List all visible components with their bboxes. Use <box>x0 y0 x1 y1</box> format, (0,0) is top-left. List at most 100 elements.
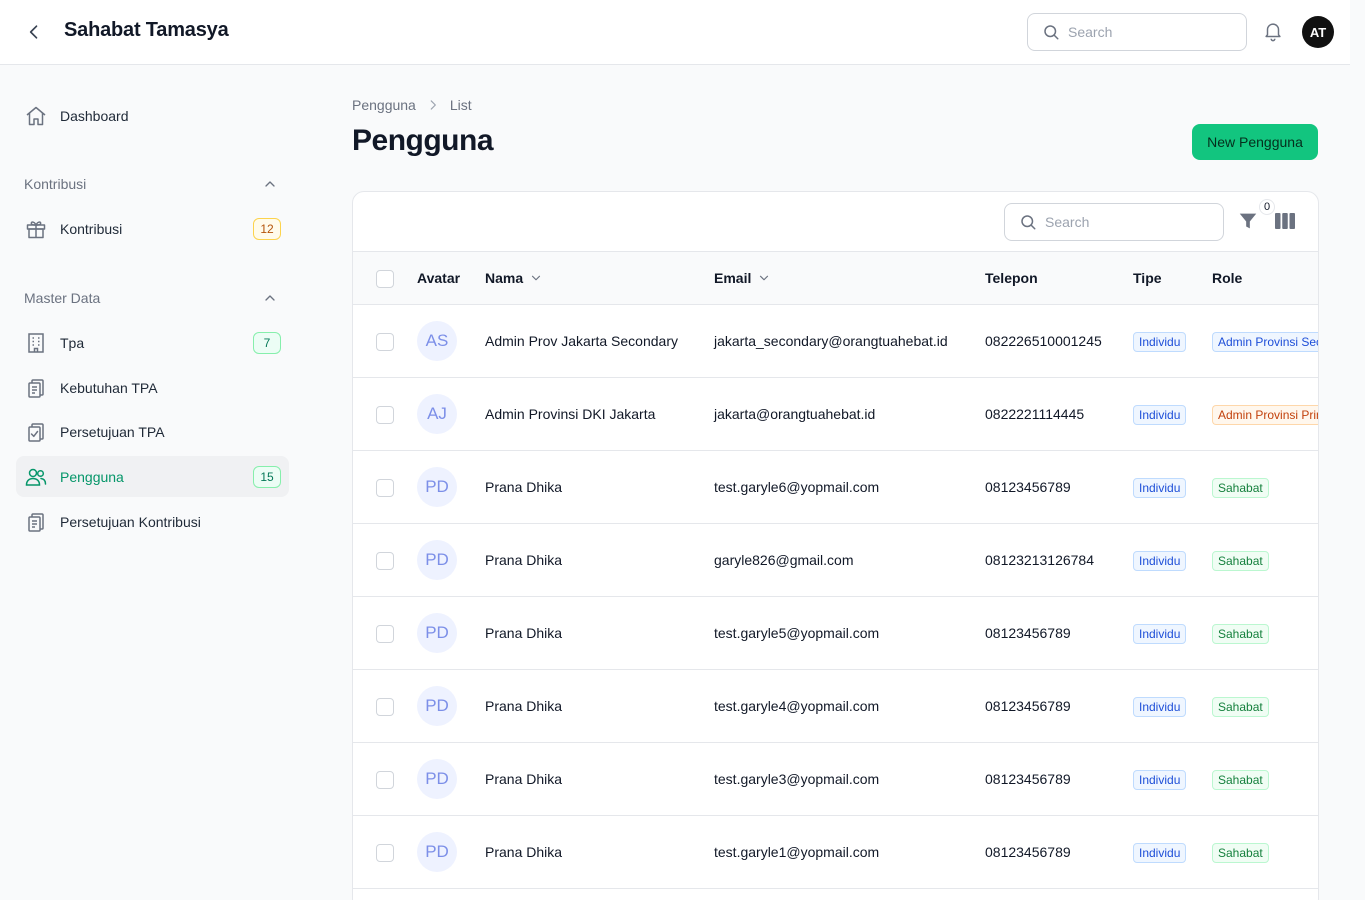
clipboard-check-icon <box>28 423 44 442</box>
breadcrumb-link-pengguna[interactable]: Pengguna <box>352 97 416 113</box>
avatar: PD <box>417 613 457 653</box>
tipe-badge: Individu <box>1133 405 1187 425</box>
row-checkbox[interactable] <box>376 479 394 497</box>
tipe-badge: Individu <box>1133 843 1187 863</box>
users-icon <box>25 468 47 486</box>
cell-email: jakarta_secondary@orangtuahebat.id <box>714 333 948 349</box>
table-search[interactable] <box>1004 203 1224 241</box>
app-title: Sahabat Tamasya <box>64 19 229 41</box>
tipe-badge: Individu <box>1133 478 1187 498</box>
topbar: Sahabat Tamasya AT <box>0 0 1350 65</box>
cell-email: test.garyle4@yopmail.com <box>714 698 880 714</box>
sidebar-item-persetujuan-tpa[interactable]: Persetujuan TPA <box>16 411 289 452</box>
table-row[interactable]: AJ Admin Provinsi DKI Jakarta jakarta@or… <box>353 378 1318 451</box>
page-title: Pengguna <box>352 124 494 157</box>
count-badge: 7 <box>253 332 281 354</box>
role-badge: Sahabat <box>1212 624 1269 644</box>
bell-icon <box>1265 23 1281 42</box>
cell-nama: Prana Dhika <box>485 625 563 641</box>
cell-email: test.garyle6@yopmail.com <box>714 479 880 495</box>
sidebar-item-tpa[interactable]: Tpa 7 <box>16 322 289 363</box>
table-row[interactable]: PD Prana Dhika test.garyle5@yopmail.com … <box>353 597 1318 670</box>
column-header-email[interactable]: Email <box>714 270 771 286</box>
cell-nama: Prana Dhika <box>485 552 563 568</box>
columns-icon[interactable] <box>1274 211 1296 231</box>
search-icon <box>1044 25 1059 40</box>
column-header-nama[interactable]: Nama <box>485 270 543 286</box>
sidebar-item-label: Persetujuan Kontribusi <box>60 513 201 530</box>
column-header-avatar: Avatar <box>417 270 461 286</box>
back-button[interactable] <box>22 20 46 44</box>
sidebar-item-label: Pengguna <box>60 468 124 485</box>
sidebar-item-dashboard[interactable]: Dashboard <box>16 95 289 136</box>
gift-icon <box>26 221 46 239</box>
table-row[interactable]: PD Prana Dhika test.garyle3@yopmail.com … <box>353 743 1318 816</box>
table-row[interactable]: PD Prana Dhika test.garyle1@yopmail.com … <box>353 816 1318 889</box>
chevron-up-icon[interactable] <box>262 176 278 192</box>
chevron-right-icon <box>430 100 436 110</box>
table-row[interactable]: AS Admin Prov Jakarta Secondary jakarta_… <box>353 305 1318 378</box>
cell-telepon: 0822221114445 <box>985 406 1085 422</box>
chevron-down-icon <box>532 275 541 281</box>
row-checkbox[interactable] <box>376 844 394 862</box>
breadcrumb: Pengguna List <box>352 97 472 113</box>
global-search[interactable] <box>1027 13 1247 51</box>
table-row[interactable]: PD Prana Dhika test.garyle4@yopmail.com … <box>353 670 1318 743</box>
avatar: PD <box>417 686 457 726</box>
avatar: PD <box>417 759 457 799</box>
breadcrumb-current: List <box>449 97 472 113</box>
column-header-tipe: Tipe <box>1133 270 1162 286</box>
cell-telepon: 08123456789 <box>985 698 1071 714</box>
row-checkbox[interactable] <box>376 625 394 643</box>
search-icon <box>1021 215 1036 230</box>
role-badge: Sahabat <box>1212 843 1269 863</box>
role-badge: Sahabat <box>1212 697 1269 717</box>
chevron-down-icon <box>760 275 769 281</box>
column-header-role: Role <box>1212 270 1243 286</box>
row-checkbox[interactable] <box>376 406 394 424</box>
cell-nama: Prana Dhika <box>485 844 563 860</box>
tipe-badge: Individu <box>1133 551 1187 571</box>
home-icon <box>26 106 46 126</box>
sidebar-item-label: Kebutuhan TPA <box>60 379 158 396</box>
cell-nama: Admin Prov Jakarta Secondary <box>485 333 678 349</box>
sidebar-item-persetujuan-kontribusi[interactable]: Persetujuan Kontribusi <box>16 501 289 542</box>
row-checkbox[interactable] <box>376 333 394 351</box>
row-checkbox[interactable] <box>376 771 394 789</box>
global-search-input[interactable] <box>1068 24 1228 40</box>
table-row[interactable]: PD Prana Dhika garyle826@gmail.com 08123… <box>353 524 1318 597</box>
cell-telepon: 08123456789 <box>985 625 1071 641</box>
sidebar-item-kebutuhan-tpa[interactable]: Kebutuhan TPA <box>16 367 289 408</box>
table-search-input[interactable] <box>1045 214 1205 230</box>
role-badge: Admin Provinsi Secondary <box>1212 332 1318 352</box>
group-label-kontribusi: Kontribusi <box>24 176 87 192</box>
chevron-up-icon[interactable] <box>262 290 278 306</box>
cell-telepon: 08123456789 <box>985 479 1071 495</box>
notifications-button[interactable] <box>1262 20 1286 44</box>
avatar: PD <box>417 467 457 507</box>
sidebar-item-label: Dashboard <box>60 107 129 124</box>
tipe-badge: Individu <box>1133 332 1187 352</box>
tipe-badge: Individu <box>1133 697 1187 717</box>
tipe-badge: Individu <box>1133 624 1187 644</box>
user-avatar[interactable]: AT <box>1302 16 1334 48</box>
avatar: AJ <box>417 394 457 434</box>
row-checkbox[interactable] <box>376 698 394 716</box>
table-row[interactable]: PD Prana Dhika test.garyle6@yopmail.com … <box>353 451 1318 524</box>
sidebar-item-label: Tpa <box>60 334 85 351</box>
tipe-badge: Individu <box>1133 770 1187 790</box>
avatar: PD <box>417 540 457 580</box>
table-header: Avatar Nama Email Telepon Tipe Role <box>353 252 1318 305</box>
select-all-checkbox[interactable] <box>376 270 394 288</box>
cell-nama: Prana Dhika <box>485 479 563 495</box>
row-checkbox[interactable] <box>376 552 394 570</box>
filter-icon[interactable] <box>1237 210 1259 232</box>
sidebar-item-kontribusi[interactable]: Kontribusi 12 <box>16 208 289 249</box>
sidebar-item-label: Kontribusi <box>60 220 123 237</box>
new-pengguna-button[interactable]: New Pengguna <box>1192 124 1318 160</box>
building-icon <box>28 333 44 353</box>
cell-email: garyle826@gmail.com <box>714 552 854 568</box>
sidebar-item-pengguna[interactable]: Pengguna 15 <box>16 456 289 497</box>
count-badge: 12 <box>253 218 281 240</box>
clipboard-icon <box>28 379 44 398</box>
